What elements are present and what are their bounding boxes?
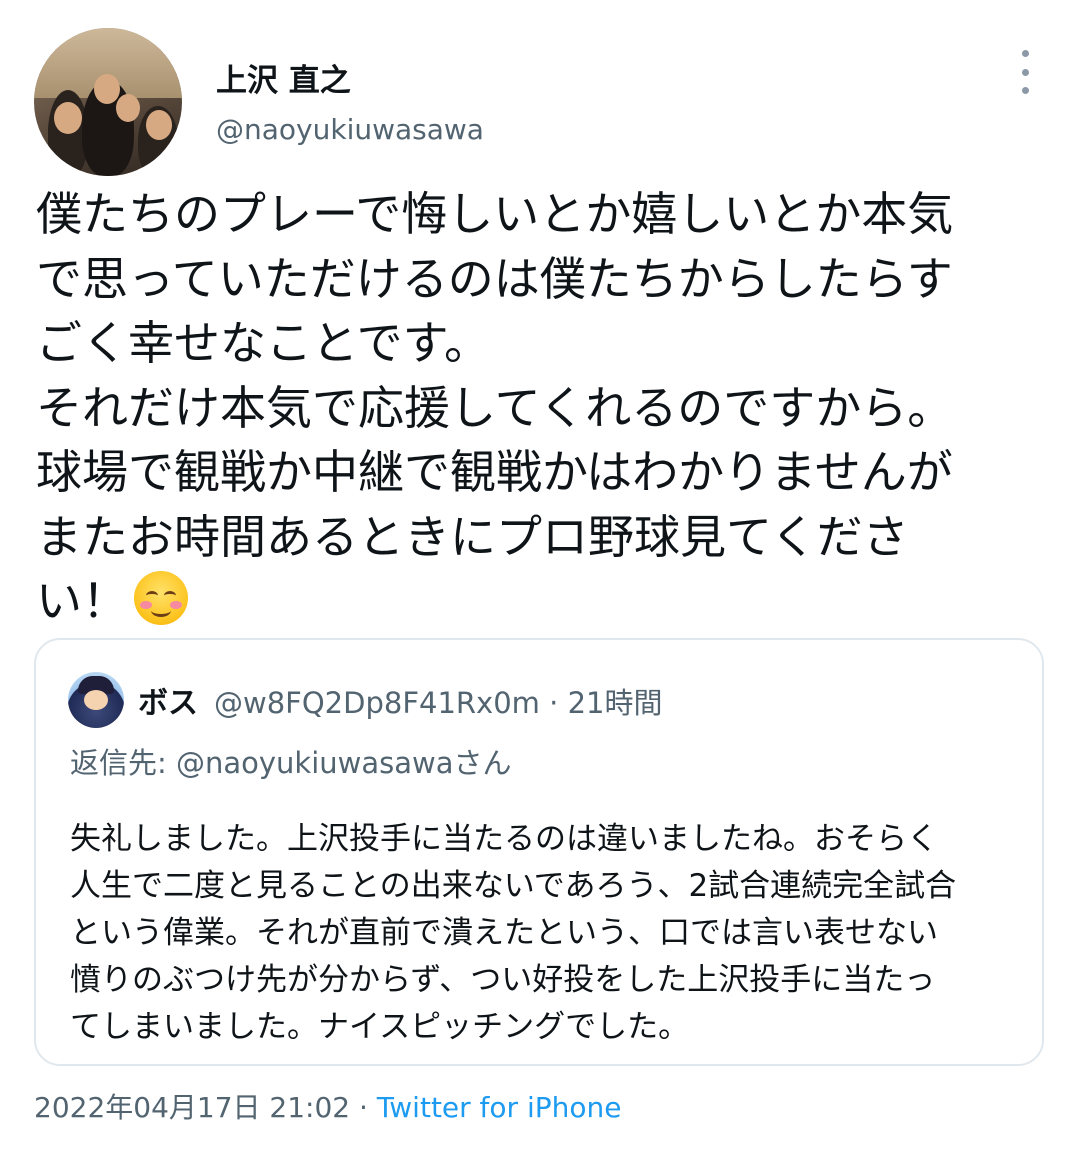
avatar-face-4 (146, 110, 172, 140)
quoted-tweet-card[interactable]: ボス @w8FQ2Dp8F41Rx0m · 21時間 返信先: @naoyuki… (34, 638, 1044, 1066)
avatar-face-3 (116, 94, 140, 122)
more-dot (1021, 68, 1029, 76)
more-dot (1021, 87, 1029, 94)
author-handle[interactable]: @naoyukiuwasawa (216, 113, 484, 146)
quoted-author-avatar (68, 672, 124, 728)
quoted-reply-to: 返信先: @naoyukiuwasawaさん (70, 746, 512, 780)
tweet-text: 僕たちのプレーで悔しいとか嬉しいとか本気 で思っていただけるのは僕たちからしたら… (36, 187, 954, 628)
emoji-cheek (170, 601, 182, 609)
author-display-name[interactable]: 上沢 直之 (216, 55, 351, 100)
author-avatar[interactable] (34, 28, 182, 176)
tweet-body: 僕たちのプレーで悔しいとか嬉しいとか本気 で思っていただけるのは僕たちからしたら… (36, 182, 1036, 634)
meta-separator: · (350, 1091, 377, 1124)
quoted-display-name: ボス (138, 686, 198, 721)
quoted-handle-time: @w8FQ2Dp8F41Rx0m · 21時間 (214, 686, 663, 720)
emoji-mouth (151, 604, 171, 617)
tweet-source-link[interactable]: Twitter for iPhone (377, 1091, 622, 1124)
avatar-face-2 (94, 74, 120, 104)
quoted-text: 失礼しました。上沢投手に当たるのは違いましたね。おそらく 人生で二度と見ることの… (70, 821, 957, 1045)
more-dot (1021, 50, 1029, 57)
more-vertical-icon[interactable] (1008, 50, 1042, 94)
tweet-meta: 2022年04月17日 21:02 · Twitter for iPhone (34, 1086, 621, 1126)
emoji-eye (146, 591, 158, 600)
smiling-face-emoji-icon (134, 571, 188, 625)
emoji-eye (164, 591, 176, 600)
avatar-face-1 (54, 102, 82, 134)
avatar-face (84, 690, 108, 710)
tweet-timestamp[interactable]: 2022年04月17日 21:02 (34, 1091, 350, 1124)
